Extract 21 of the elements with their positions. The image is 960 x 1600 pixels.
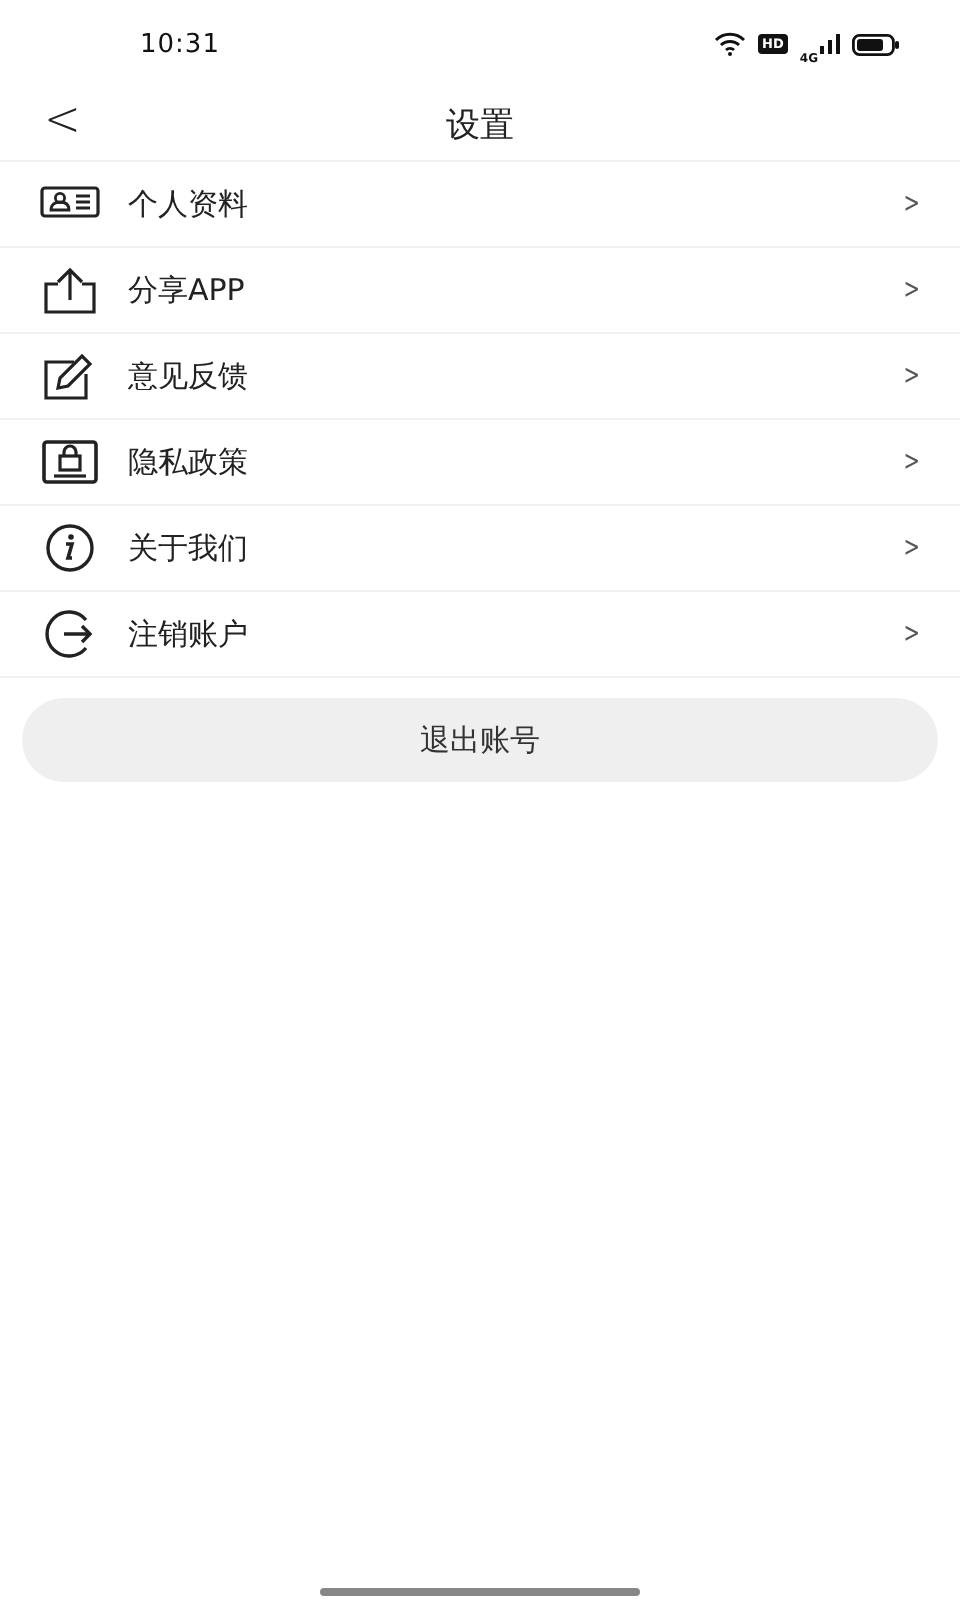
chevron-icon: >: [904, 446, 921, 478]
status-time: 10:31: [140, 29, 222, 59]
chevron-icon: >: [904, 618, 921, 650]
wifi-icon: [714, 32, 747, 56]
page-title: 设置: [446, 103, 514, 147]
settings-item[interactable]: 注销账户 >: [0, 592, 960, 678]
logout-button[interactable]: 退出账号: [22, 698, 938, 782]
settings-item[interactable]: 分享APP >: [0, 248, 960, 334]
settings-item[interactable]: 个人资料 >: [0, 162, 960, 248]
battery-icon: [852, 33, 900, 55]
settings-item[interactable]: 意见反馈 >: [0, 334, 960, 420]
back-button[interactable]: <: [36, 93, 89, 149]
lock-icon: [38, 436, 102, 488]
upload-icon: [38, 264, 102, 316]
settings-item[interactable]: 关于我们 >: [0, 506, 960, 592]
chevron-icon: >: [904, 532, 921, 564]
chevron-icon: >: [904, 188, 921, 220]
settings-item[interactable]: 隐私政策 >: [0, 420, 960, 506]
chevron-icon: >: [904, 360, 921, 392]
signal-icon: [820, 34, 840, 54]
chevron-icon: >: [904, 274, 921, 306]
